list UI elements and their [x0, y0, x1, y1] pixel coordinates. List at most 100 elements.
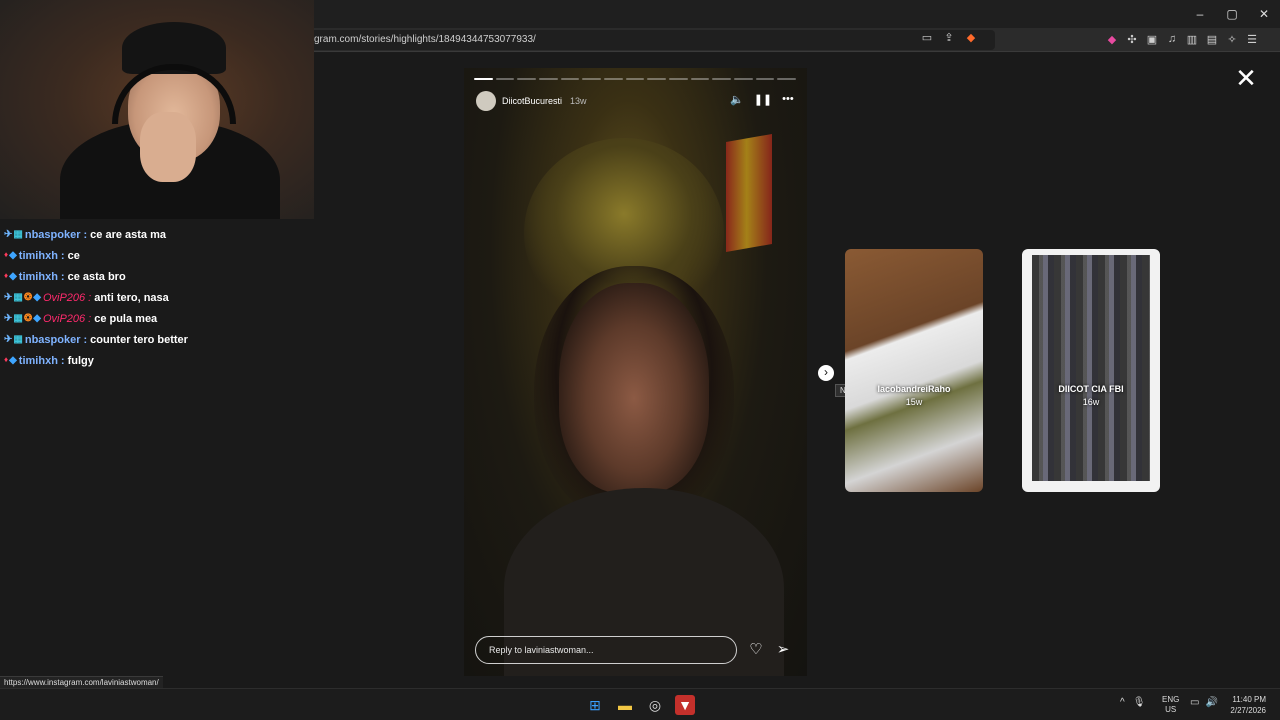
heart-icon[interactable]: ♡: [747, 641, 765, 659]
progress-segment: [712, 78, 732, 80]
cube-badge-icon: ◆: [9, 271, 17, 282]
sub-badge-icon: ▦: [13, 229, 23, 240]
progress-segment: [734, 78, 753, 80]
cube-badge-icon: ◆: [9, 250, 17, 261]
chat-username[interactable]: nbaspoker: [25, 229, 81, 241]
cast-icon[interactable]: ▭: [920, 30, 934, 44]
story-username[interactable]: DiicotBucuresti: [502, 96, 562, 106]
thumbnail-username: IacobandreiRaho: [877, 384, 951, 394]
progress-segment: [604, 78, 623, 80]
sword-badge-icon: ✈: [4, 313, 13, 324]
more-options-icon[interactable]: •••: [782, 93, 794, 106]
send-icon[interactable]: ➢: [774, 641, 792, 659]
leo-ai-icon[interactable]: ✧: [1225, 32, 1239, 46]
taskbar: ⊞ ▬ ◎ ▼ ^ 🎙 ENG US ▭ 🔊 11:40 PM 2/27/202…: [0, 688, 1280, 720]
taskbar-apps: ⊞ ▬ ◎ ▼: [585, 695, 695, 715]
sword-badge-icon: ✈: [4, 334, 13, 345]
chat-text: ce: [67, 249, 80, 262]
cube-badge-icon: ◆: [33, 313, 41, 324]
share-icon[interactable]: ⇪: [942, 30, 956, 44]
status-link: https://www.instagram.com/laviniastwoman…: [0, 676, 163, 688]
chat-text: ce are asta ma: [90, 228, 166, 241]
windows-start-icon[interactable]: ⊞: [585, 695, 605, 715]
progress-segment: [755, 78, 775, 80]
chat-badges: ✈ ▦: [4, 229, 23, 240]
progress-segment: [690, 78, 710, 80]
next-button[interactable]: ›: [818, 365, 834, 381]
sword-badge-icon: ✈: [4, 229, 13, 240]
chat-colon: :: [60, 249, 65, 262]
chat-overlay: ✈ ▦ nbaspoker: ce are asta ma ♦ ◆ timihxh: ce ♦ ◆…: [4, 224, 314, 371]
chat-message: ✈ ▦ nbaspoker: ce are asta ma: [4, 224, 314, 245]
chat-username[interactable]: timihxh: [19, 250, 58, 262]
chat-message: ✈ ▦ ❂ ◆ OviP206: ce pula mea: [4, 308, 314, 329]
brave-icon[interactable]: ▼: [675, 695, 695, 715]
chat-badges: ✈ ▦ ❂ ◆: [4, 292, 41, 303]
chat-username[interactable]: OviP206: [43, 313, 85, 325]
story-flag: [726, 133, 772, 253]
pause-icon[interactable]: ❚❚: [754, 93, 772, 106]
tab-icon[interactable]: ▣: [1145, 32, 1159, 46]
chat-message: ♦ ◆ timihxh: fulgy: [4, 350, 314, 371]
ball-badge-icon: ❂: [23, 292, 33, 303]
pin-badge-icon: ♦: [4, 271, 9, 280]
menu-icon[interactable]: ☰: [1245, 32, 1259, 46]
progress-segment: [560, 78, 580, 80]
chat-username[interactable]: timihxh: [19, 355, 58, 367]
story-face: [559, 283, 709, 493]
minimize-button[interactable]: –: [1184, 0, 1216, 28]
webcam-overlay: [0, 0, 314, 219]
volume-icon[interactable]: 🔈: [730, 93, 744, 106]
progress-segment: [582, 78, 602, 80]
chat-text: fulgy: [67, 354, 94, 367]
next-story-thumbnail[interactable]: IacobandreiRaho 15w: [845, 249, 983, 492]
music-icon[interactable]: ♫: [1165, 32, 1179, 46]
shield-extension-icon[interactable]: ◆: [1105, 32, 1119, 46]
clock[interactable]: 11:40 PM 2/27/2026: [1222, 694, 1266, 716]
microphone-icon[interactable]: 🎙: [1133, 697, 1146, 708]
language-indicator[interactable]: ENG US: [1162, 695, 1179, 715]
puzzle-extension-icon[interactable]: ✣: [1125, 32, 1139, 46]
close-window-button[interactable]: ✕: [1248, 0, 1280, 28]
chat-text: anti tero, nasa: [94, 291, 169, 304]
sub-badge-icon: ▦: [13, 292, 23, 303]
chat-text: counter tero better: [90, 333, 188, 346]
chevron-up-icon[interactable]: ^: [1120, 697, 1125, 708]
progress-segment: [539, 78, 558, 80]
story-media[interactable]: [464, 68, 807, 676]
chat-message: ♦ ◆ timihxh: ce: [4, 245, 314, 266]
clock-date: 2/27/2026: [1230, 706, 1266, 715]
chat-username[interactable]: timihxh: [19, 271, 58, 283]
chat-text: ce asta bro: [67, 270, 126, 283]
brave-shields-icon[interactable]: ◆: [964, 30, 978, 44]
collage-image: [1032, 255, 1150, 481]
chat-badges: ♦ ◆: [4, 250, 17, 261]
cube-badge-icon: ◆: [33, 292, 41, 303]
chat-message: ♦ ◆ timihxh: ce asta bro: [4, 266, 314, 287]
story-age: 13w: [570, 96, 587, 106]
pin-badge-icon: ♦: [4, 250, 9, 259]
chat-colon: :: [88, 312, 92, 325]
extension-icons: ◆ ✣ ▣ ♫ ▥ ▤ ✧ ☰: [1105, 32, 1259, 46]
window-controls: – ▢ ✕: [1184, 0, 1280, 28]
file-explorer-icon[interactable]: ▬: [615, 695, 635, 715]
address-bar[interactable]: gram.com/stories/highlights/184943447530…: [300, 30, 995, 50]
sidebar-icon[interactable]: ▥: [1185, 32, 1199, 46]
chat-colon: :: [83, 333, 88, 346]
reply-input[interactable]: Reply to laviniastwoman...: [475, 636, 737, 664]
close-story-icon[interactable]: ✕: [1234, 65, 1258, 91]
wallet-icon[interactable]: ▤: [1205, 32, 1219, 46]
speaker-icon[interactable]: 🔊: [1205, 697, 1217, 708]
restore-button[interactable]: ▢: [1216, 0, 1248, 28]
following-story-thumbnail[interactable]: DIICOT CIA FBI 16w: [1022, 249, 1160, 492]
sub-badge-icon: ▦: [13, 313, 23, 324]
chat-username[interactable]: OviP206: [43, 292, 85, 304]
avatar[interactable]: [476, 91, 496, 111]
clock-time: 11:40 PM: [1232, 695, 1266, 704]
chat-colon: :: [88, 291, 92, 304]
progress-segment: [625, 78, 645, 80]
chat-username[interactable]: nbaspoker: [25, 334, 81, 346]
chrome-icon[interactable]: ◎: [645, 695, 665, 715]
chat-badges: ✈ ▦: [4, 334, 23, 345]
network-icon[interactable]: ▭: [1190, 697, 1199, 708]
